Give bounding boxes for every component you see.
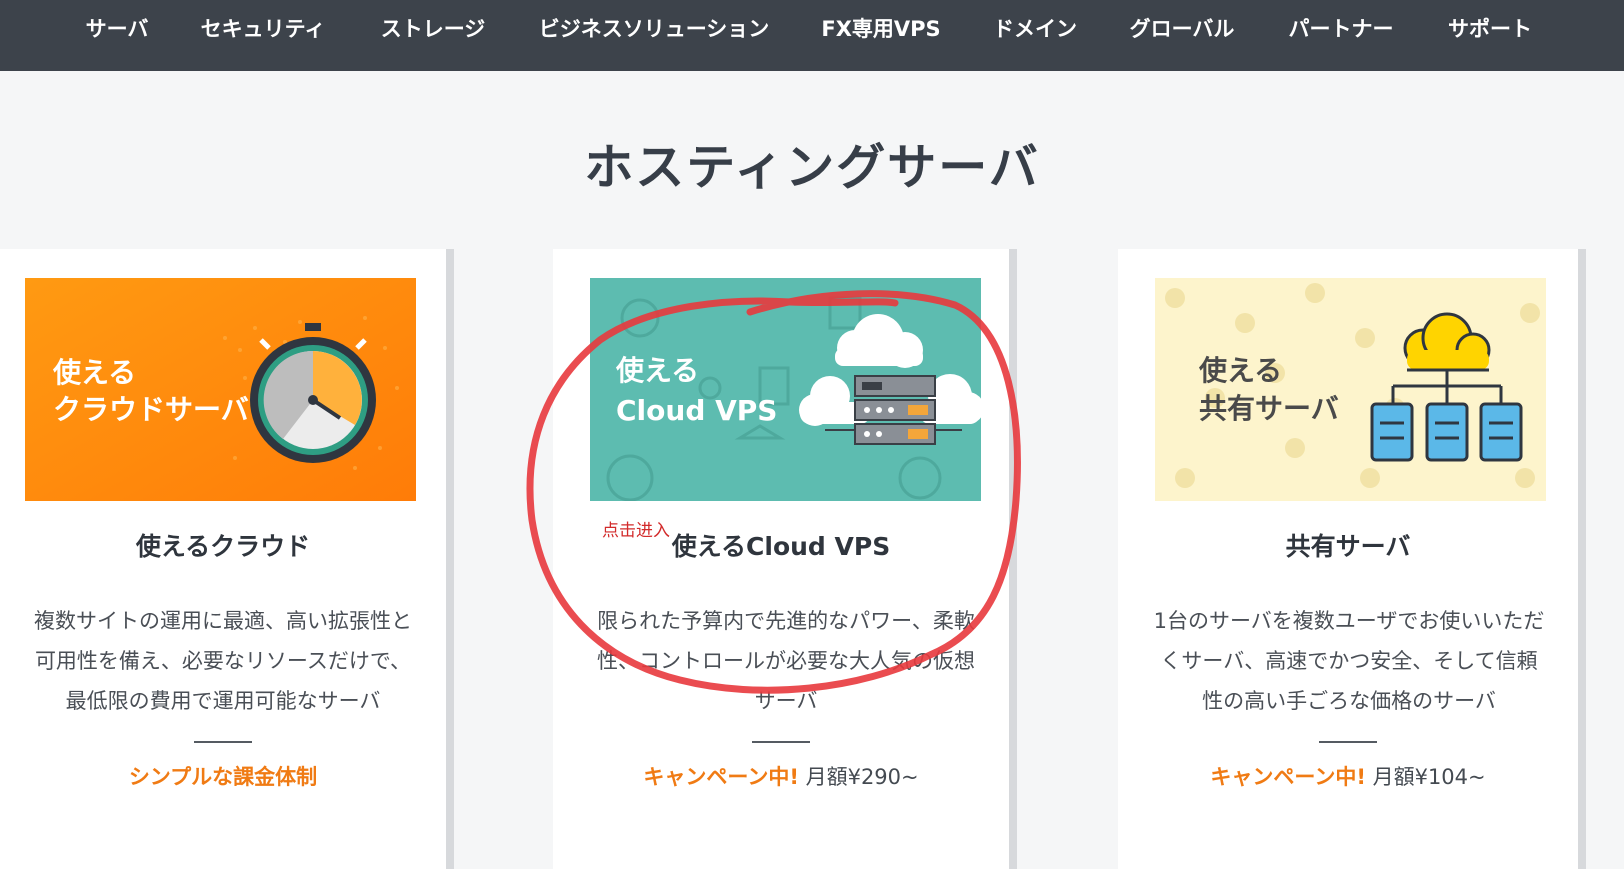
divider [752,741,810,743]
promo-text: キャンペーン中! [1210,765,1366,789]
divider [1319,741,1377,743]
banner-line1: 使える [1198,354,1282,387]
nav-item-partner[interactable]: パートナー [1289,14,1394,44]
price-text: 月額¥290~ [798,765,919,789]
nav-item-business-solutions[interactable]: ビジネスソリューション [539,14,770,44]
nav-item-global[interactable]: グローバル [1130,14,1235,44]
card-price: キャンペーン中! 月額¥290~ [553,761,1009,791]
card-title[interactable]: 使えるクラウド [0,527,446,563]
card-description: 複数サイトの運用に最適、高い拡張性と可用性を備え、必要なリソースだけで、最低限の… [34,609,412,713]
cloud-server-banner[interactable]: 使える クラウドサーバ [25,278,416,501]
promo-text: キャンペーン中! [643,765,799,789]
card-cloud[interactable]: 使える クラウドサーバ 使えるクラウド 複数サイトの運用に最適、高い拡張性と可用… [0,249,446,869]
banner-line2: Cloud VPS [616,394,777,427]
banner-line1: 使える [615,354,699,387]
price-text: 月額¥104~ [1365,765,1486,789]
card-shared-server[interactable]: 使える 共有サーバ 共有サーバ 1台のサーバを複数ユーザでお使いいただくサーバ、… [1118,249,1578,869]
banner-line2: 共有サーバ [1199,392,1339,425]
nav-item-security[interactable]: セキュリティ [201,14,326,44]
card-price: キャンペーン中! 月額¥104~ [1118,761,1578,791]
card-title[interactable]: 共有サーバ [1118,527,1578,563]
card-description: 限られた予算内で先進的なパワー、柔軟性、コントロールが必要な大人気の仮想サーバ [597,609,975,713]
cloud-vps-banner[interactable]: 使える Cloud VPS [590,278,981,501]
top-navigation: サーバ セキュリティ ストレージ ビジネスソリューション FX専用VPS ドメイ… [0,0,1624,71]
nav-item-support[interactable]: サポート [1448,14,1532,44]
card-cloud-vps[interactable]: 使える Cloud VPS 使えるCloud VPS 限られた予算内で先進的なパ… [553,249,1009,869]
card-price: シンプルな課金体制 [0,761,446,791]
card-description: 1台のサーバを複数ユーザでお使いいただくサーバ、高速でかつ安全、そして信頼性の高… [1153,609,1545,713]
banner-line1: 使える [52,356,136,389]
annotation-label: 点击进入 [602,521,670,541]
divider [194,741,252,743]
nav-item-server[interactable]: サーバ [86,14,149,44]
nav-item-domain[interactable]: ドメイン [993,14,1077,44]
shared-server-banner[interactable]: 使える 共有サーバ [1155,278,1546,501]
banner-line2: クラウドサーバ [53,393,249,426]
nav-item-fx-vps[interactable]: FX専用VPS [821,14,940,44]
nav-item-storage[interactable]: ストレージ [381,14,486,44]
promo-text: シンプルな課金体制 [128,765,318,789]
page-title: ホスティングサーバ [584,139,1040,196]
